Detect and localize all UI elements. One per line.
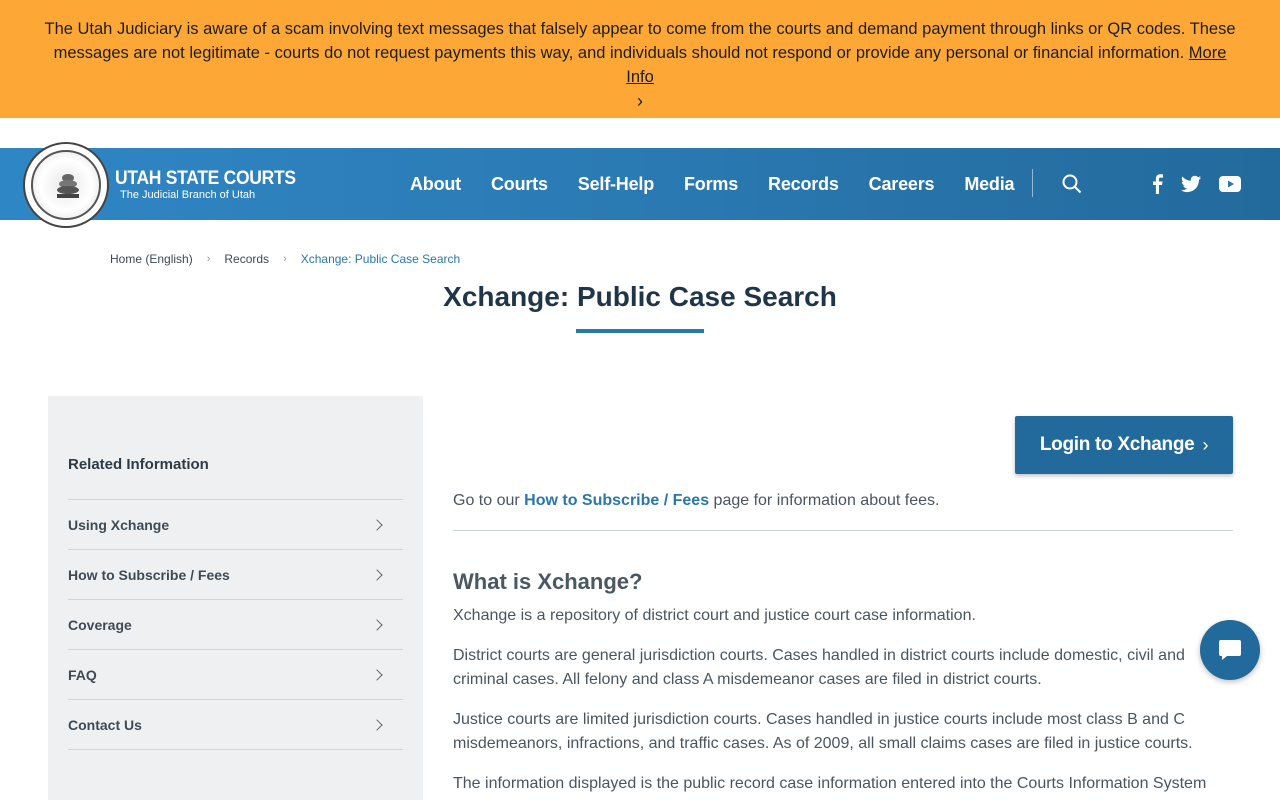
login-button-label: Login to Xchange xyxy=(1039,434,1195,455)
nav-media[interactable]: Media xyxy=(964,174,1014,195)
sidebar-item-label: How to Subscribe / Fees xyxy=(68,566,230,583)
beehive-icon xyxy=(57,174,79,198)
sidebar-item-subscribe-fees[interactable]: How to Subscribe / Fees xyxy=(68,550,403,600)
paragraph: Justice courts are limited jurisdiction … xyxy=(453,711,1193,752)
chevron-right-icon xyxy=(371,568,383,581)
chat-button[interactable] xyxy=(1200,620,1260,680)
utah-seal-logo[interactable] xyxy=(23,142,109,228)
chat-bubble-icon xyxy=(1219,640,1241,660)
chevron-right-icon xyxy=(371,718,383,731)
page-title: Xchange: Public Case Search xyxy=(443,281,837,312)
nav-forms[interactable]: Forms xyxy=(684,174,738,195)
main-nav: About Courts Self-Help Forms Records Car… xyxy=(410,174,1015,195)
sidebar-item-label: Coverage xyxy=(68,616,132,633)
chevron-right-icon xyxy=(371,668,383,681)
nav-divider xyxy=(1032,169,1033,197)
search-icon[interactable] xyxy=(1060,172,1084,196)
section-heading: What is Xchange? xyxy=(453,569,643,594)
brand-title[interactable]: UTAH STATE COURTS xyxy=(115,168,296,190)
nav-self-help[interactable]: Self-Help xyxy=(578,174,654,195)
sidebar-list: Using Xchange How to Subscribe / Fees Co… xyxy=(68,499,403,750)
breadcrumb-records[interactable]: Records xyxy=(224,252,269,266)
breadcrumb-separator-icon: › xyxy=(283,253,287,265)
alert-message: The Utah Judiciary is aware of a scam in… xyxy=(44,20,1236,62)
paragraph: The information displayed is the public … xyxy=(453,775,1207,792)
intro-prefix: Go to our xyxy=(453,492,525,509)
intro-suffix: page for information about fees. xyxy=(709,492,940,509)
nav-about[interactable]: About xyxy=(410,174,461,195)
sidebar-item-coverage[interactable]: Coverage xyxy=(68,600,403,650)
login-xchange-button[interactable]: Login to Xchange › xyxy=(1015,416,1233,474)
chevron-right-icon: › xyxy=(1202,434,1209,455)
chevron-right-icon xyxy=(371,518,383,531)
sidebar-item-label: Contact Us xyxy=(68,716,142,733)
sidebar-item-using-xchange[interactable]: Using Xchange xyxy=(68,500,403,550)
paragraph: Xchange is a repository of district cour… xyxy=(453,607,976,624)
facebook-icon[interactable] xyxy=(1145,172,1169,196)
brand-subtitle: The Judicial Branch of Utah xyxy=(120,189,256,201)
twitter-icon[interactable] xyxy=(1179,172,1203,196)
subscribe-fees-link[interactable]: How to Subscribe / Fees xyxy=(524,492,709,509)
seal-inner-ring xyxy=(31,150,101,220)
scam-alert-banner: The Utah Judiciary is aware of a scam in… xyxy=(0,0,1280,118)
chevron-right-icon xyxy=(371,618,383,631)
sidebar-item-faq[interactable]: FAQ xyxy=(68,650,403,700)
breadcrumb: Home (English) › Records › Xchange: Publ… xyxy=(110,252,460,266)
chevron-right-icon[interactable]: › xyxy=(40,89,1240,113)
nav-careers[interactable]: Careers xyxy=(869,174,935,195)
related-info-sidebar: Related Information Using Xchange How to… xyxy=(48,396,423,800)
breadcrumb-home[interactable]: Home (English) xyxy=(110,252,193,266)
title-underline xyxy=(576,329,704,333)
youtube-icon[interactable] xyxy=(1218,172,1242,196)
fees-intro: Go to our How to Subscribe / Fees page f… xyxy=(453,489,1233,513)
breadcrumb-current: Xchange: Public Case Search xyxy=(300,252,461,266)
sidebar-item-label: Using Xchange xyxy=(68,516,170,533)
paragraph: District courts are general jurisdiction… xyxy=(453,647,1185,688)
nav-courts[interactable]: Courts xyxy=(491,174,548,195)
sidebar-item-label: FAQ xyxy=(68,666,97,683)
site-header: UTAH STATE COURTS The Judicial Branch of… xyxy=(0,142,1280,228)
nav-records[interactable]: Records xyxy=(768,174,839,195)
breadcrumb-separator-icon: › xyxy=(206,253,211,265)
sidebar-item-contact-us[interactable]: Contact Us xyxy=(68,700,403,750)
sidebar-heading: Related Information xyxy=(68,456,209,473)
content-divider xyxy=(453,530,1233,531)
